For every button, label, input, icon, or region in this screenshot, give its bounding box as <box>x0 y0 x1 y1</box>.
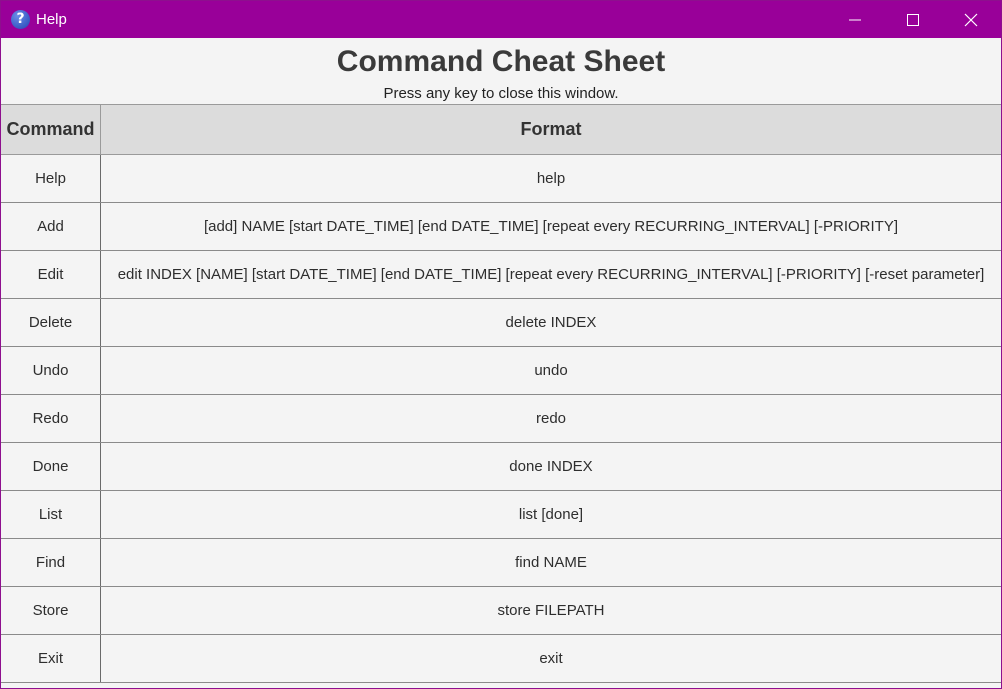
table-row[interactable]: Undo undo <box>1 347 1001 395</box>
command-cell: Find <box>1 539 101 586</box>
window-title: Help <box>36 11 67 28</box>
format-cell: done INDEX <box>509 458 593 475</box>
page-subtitle: Press any key to close this window. <box>383 85 619 102</box>
format-cell: help <box>536 170 566 187</box>
command-cell: Delete <box>1 299 101 346</box>
help-window: ? Help Command Cheat Sheet Press any key… <box>0 0 1002 689</box>
table-row[interactable]: Done done INDEX <box>1 443 1001 491</box>
command-cell: Exit <box>1 635 101 682</box>
table-row[interactable]: Exit exit <box>1 635 1001 683</box>
format-cell: [add] NAME [start DATE_TIME] [end DATE_T… <box>203 218 899 235</box>
command-cell: Add <box>1 203 101 250</box>
table-row[interactable]: Help help <box>1 155 1001 203</box>
table-row[interactable]: Delete delete INDEX <box>1 299 1001 347</box>
format-cell: edit INDEX [NAME] [start DATE_TIME] [end… <box>117 266 985 283</box>
table-row[interactable]: Add [add] NAME [start DATE_TIME] [end DA… <box>1 203 1001 251</box>
command-cell: Undo <box>1 347 101 394</box>
close-button[interactable] <box>942 1 1000 38</box>
column-header-command[interactable]: Command <box>1 105 101 154</box>
command-cell: Edit <box>1 251 101 298</box>
command-table: Command Format Help help Add [add] NAME … <box>1 104 1001 683</box>
format-cell: exit <box>539 650 563 667</box>
table-row[interactable]: Store store FILEPATH <box>1 587 1001 635</box>
maximize-icon <box>907 14 919 26</box>
format-cell: undo <box>534 362 568 379</box>
minimize-button[interactable] <box>826 1 884 38</box>
format-cell: redo <box>535 410 567 427</box>
maximize-button[interactable] <box>884 1 942 38</box>
format-cell: find NAME <box>515 554 587 571</box>
format-cell: store FILEPATH <box>497 602 605 619</box>
close-icon <box>964 13 978 27</box>
table-row[interactable]: List list [done] <box>1 491 1001 539</box>
minimize-icon <box>849 19 861 21</box>
format-cell: list [done] <box>518 506 584 523</box>
help-question-icon: ? <box>11 10 30 29</box>
command-cell: Redo <box>1 395 101 442</box>
command-cell: Store <box>1 587 101 634</box>
command-cell: List <box>1 491 101 538</box>
command-cell: Done <box>1 443 101 490</box>
page-title: Command Cheat Sheet <box>336 45 666 78</box>
table-row[interactable]: Find find NAME <box>1 539 1001 587</box>
column-header-format[interactable]: Format <box>101 105 1001 154</box>
title-bar[interactable]: ? Help <box>1 1 1001 38</box>
table-row[interactable]: Redo redo <box>1 395 1001 443</box>
help-content: Command Cheat Sheet Press any key to clo… <box>1 38 1001 688</box>
table-header-row: Command Format <box>1 105 1001 155</box>
format-cell: delete INDEX <box>505 314 597 331</box>
command-cell: Help <box>1 155 101 202</box>
table-row[interactable]: Edit edit INDEX [NAME] [start DATE_TIME]… <box>1 251 1001 299</box>
